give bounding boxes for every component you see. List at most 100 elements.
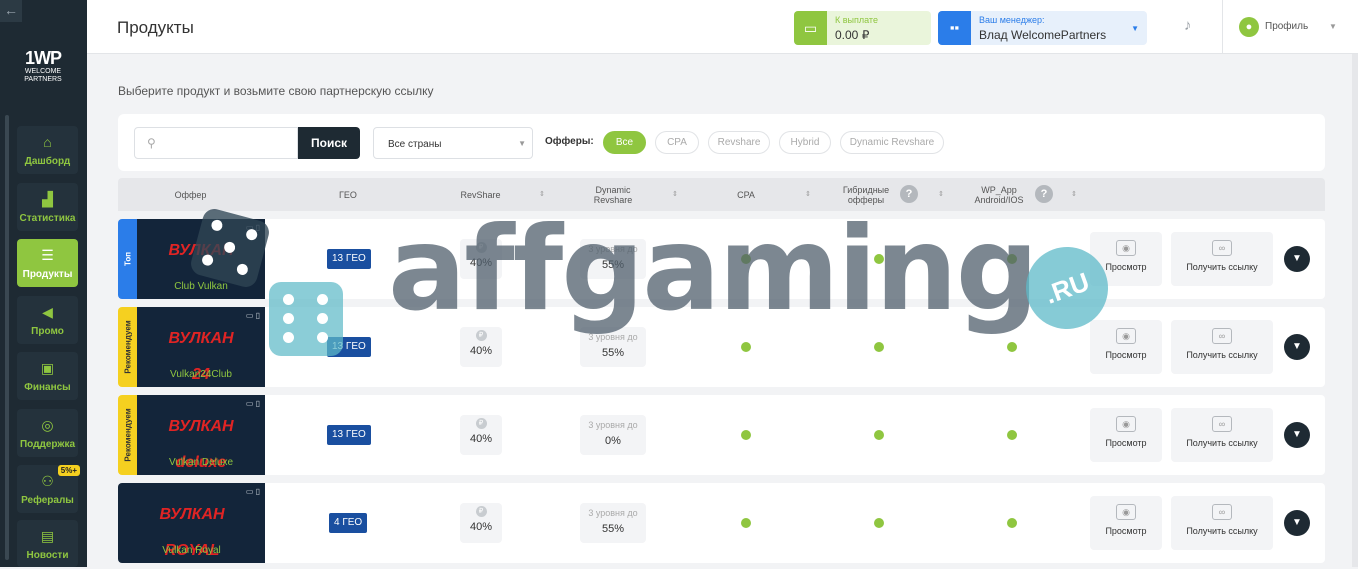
brand-logo: ВУЛКАН 24 bbox=[168, 330, 234, 383]
view-button[interactable]: ◉ Просмотр bbox=[1090, 320, 1162, 374]
get-link-button[interactable]: ∞ Получить ссылку bbox=[1171, 408, 1273, 462]
news-icon: ▤ bbox=[40, 528, 55, 544]
wp-app-status-dot bbox=[1007, 254, 1017, 264]
sidebar-item-support[interactable]: ◎ Поддержка bbox=[17, 409, 78, 457]
sidebar-item-finance[interactable]: ▣ Финансы bbox=[17, 352, 78, 400]
eye-icon: ◉ bbox=[1116, 416, 1136, 432]
view-button[interactable]: ◉ Просмотр bbox=[1090, 496, 1162, 550]
sidebar-scrollbar[interactable] bbox=[5, 115, 9, 560]
help-icon[interactable]: ? bbox=[900, 185, 918, 203]
offers-label: Офферы: bbox=[545, 136, 594, 147]
offer-thumbnail[interactable]: ▭ ▯ ВУЛКАН deluxe Vulkan Deluxe bbox=[137, 395, 265, 475]
home-icon: ⌂ bbox=[43, 134, 52, 150]
arrow-left-icon[interactable]: ← bbox=[0, 0, 22, 22]
search-icon: ⚲ bbox=[147, 136, 156, 150]
dynamic-revshare-cell: 3 уровня до 55% bbox=[580, 327, 646, 367]
link-icon: ∞ bbox=[1212, 416, 1232, 432]
page-subtitle: Выберите продукт и возьмите свою партнер… bbox=[118, 84, 434, 98]
page-title: Продукты bbox=[117, 18, 194, 37]
view-button[interactable]: ◉ Просмотр bbox=[1090, 408, 1162, 462]
column-cpa[interactable]: CPA bbox=[726, 178, 766, 211]
sort-icon[interactable]: ⇕ bbox=[938, 190, 944, 198]
cpa-status-dot bbox=[741, 518, 751, 528]
hybrid-status-dot bbox=[874, 430, 884, 440]
chip-cpa[interactable]: CPA bbox=[655, 131, 699, 154]
offer-thumbnail[interactable]: ▭ ▯ ВУЛКАН 24 Vulkan24Club bbox=[137, 307, 265, 387]
desktop-mobile-icon: ▭ ▯ bbox=[245, 223, 260, 232]
sidebar-item-statistics[interactable]: ▟ Статистика bbox=[17, 183, 78, 231]
brand-logo: ВУЛКАН bbox=[168, 242, 234, 259]
column-revshare[interactable]: RevShare bbox=[448, 178, 513, 211]
link-icon: ∞ bbox=[1212, 328, 1232, 344]
ruble-icon: ₽ bbox=[475, 506, 487, 517]
chip-all[interactable]: Все bbox=[603, 131, 646, 154]
ruble-icon: ₽ bbox=[475, 330, 487, 341]
table-header: Оффер ГЕО RevShare ⇕ Dynamic Revshare ⇕ … bbox=[118, 178, 1325, 211]
search-input[interactable]: ⚲ bbox=[134, 127, 298, 159]
column-hybrid[interactable]: Гибридные офферы bbox=[831, 178, 901, 211]
get-link-button[interactable]: ∞ Получить ссылку bbox=[1171, 496, 1273, 550]
sort-icon[interactable]: ⇕ bbox=[1071, 190, 1077, 198]
column-dynamic-revshare[interactable]: Dynamic Revshare bbox=[576, 178, 650, 211]
view-button[interactable]: ◉ Просмотр bbox=[1090, 232, 1162, 286]
sidebar-item-news[interactable]: ▤ Новости bbox=[17, 520, 78, 567]
table-row: ▭ ▯ ВУЛКАН ROYAL Vulkan Royal 4 ГЕО ₽40%… bbox=[118, 483, 1325, 563]
get-link-button[interactable]: ∞ Получить ссылку bbox=[1171, 320, 1273, 374]
geo-badge[interactable]: 4 ГЕО bbox=[329, 513, 368, 533]
manager-dropdown[interactable]: ▪▪ Ваш менеджер: Влад WelcomePartners ▼ bbox=[938, 11, 1147, 45]
column-geo: ГЕО bbox=[339, 189, 357, 200]
bell-icon[interactable]: ♪ bbox=[1184, 17, 1192, 34]
eye-icon: ◉ bbox=[1116, 328, 1136, 344]
referral-badge: 5%+ bbox=[57, 465, 80, 476]
chip-dynamic-revshare[interactable]: Dynamic Revshare bbox=[840, 131, 944, 154]
logo[interactable]: 1WP WELCOME PARTNERS bbox=[20, 48, 66, 84]
cpa-status-dot bbox=[741, 342, 751, 352]
sidebar-item-promo[interactable]: ◀ Промо bbox=[17, 296, 78, 344]
sidebar-item-dashboard[interactable]: ⌂ Дашборд bbox=[17, 126, 78, 174]
page-scrollbar[interactable] bbox=[1352, 54, 1358, 567]
sidebar-item-products[interactable]: ☰ Продукты bbox=[17, 239, 78, 287]
desktop-mobile-icon: ▭ ▯ bbox=[245, 399, 260, 408]
geo-badge[interactable]: 13 ГЕО bbox=[327, 249, 371, 269]
revshare-cell: ₽40% bbox=[460, 327, 502, 367]
wallet-icon: ▭ bbox=[794, 11, 827, 45]
sidebar: ← 1WP WELCOME PARTNERS ⌂ Дашборд ▟ Стати… bbox=[0, 0, 87, 567]
chevron-down-icon[interactable]: ▼ bbox=[1284, 246, 1310, 272]
table-row: Рекомендуем ▭ ▯ ВУЛКАН 24 Vulkan24Club 1… bbox=[118, 307, 1325, 387]
column-wp-app[interactable]: WP_App Android/IOS bbox=[966, 178, 1032, 211]
chevron-down-icon[interactable]: ▼ bbox=[1284, 334, 1310, 360]
offer-thumbnail[interactable]: ▭ ▯ ВУЛКАН Club Vulkan bbox=[137, 219, 265, 299]
link-icon: ∞ bbox=[1212, 240, 1232, 256]
lifebuoy-icon: ◎ bbox=[41, 417, 54, 433]
topbar: Продукты ▭ К выплате 0.00 ₽ ▪▪ Ваш менед… bbox=[87, 0, 1358, 54]
table-row: Рекомендуем ▭ ▯ ВУЛКАН deluxe Vulkan Del… bbox=[118, 395, 1325, 475]
dynamic-revshare-cell: 3 уровня до 55% bbox=[580, 503, 646, 543]
wp-app-status-dot bbox=[1007, 430, 1017, 440]
revshare-cell: ₽40% bbox=[460, 415, 502, 455]
sidebar-item-referrals[interactable]: 5%+ ⚇ Рефералы bbox=[17, 465, 80, 513]
chip-hybrid[interactable]: Hybrid bbox=[779, 131, 831, 154]
desktop-mobile-icon: ▭ ▯ bbox=[245, 487, 260, 496]
ribbon-recommended: Рекомендуем bbox=[118, 395, 137, 475]
chevron-down-icon[interactable]: ▼ bbox=[1284, 510, 1310, 536]
payout-widget[interactable]: ▭ К выплате 0.00 ₽ bbox=[794, 11, 931, 45]
geo-badge[interactable]: 13 ГЕО bbox=[327, 425, 371, 445]
desktop-mobile-icon: ▭ ▯ bbox=[245, 311, 260, 320]
offer-thumbnail[interactable]: ▭ ▯ ВУЛКАН ROYAL Vulkan Royal bbox=[118, 483, 265, 563]
chevron-down-icon[interactable]: ▼ bbox=[1284, 422, 1310, 448]
sort-icon[interactable]: ⇕ bbox=[539, 190, 545, 198]
country-select[interactable]: Все страны ▼ bbox=[373, 127, 533, 159]
sort-icon[interactable]: ⇕ bbox=[672, 190, 678, 198]
get-link-button[interactable]: ∞ Получить ссылку bbox=[1171, 232, 1273, 286]
help-icon[interactable]: ? bbox=[1035, 185, 1053, 203]
offer-name: Vulkan Royal bbox=[162, 545, 221, 556]
search-button[interactable]: Поиск bbox=[298, 127, 360, 159]
ruble-icon: ₽ bbox=[475, 242, 487, 253]
chip-revshare[interactable]: Revshare bbox=[708, 131, 770, 154]
revshare-cell: ₽40% bbox=[460, 239, 502, 279]
link-icon: ∞ bbox=[1212, 504, 1232, 520]
sort-icon[interactable]: ⇕ bbox=[805, 190, 811, 198]
chat-icon: ▪▪ bbox=[938, 11, 971, 45]
dynamic-revshare-cell: 3 уровня до 55% bbox=[580, 239, 646, 279]
geo-badge[interactable]: 13 ГЕО bbox=[327, 337, 371, 357]
